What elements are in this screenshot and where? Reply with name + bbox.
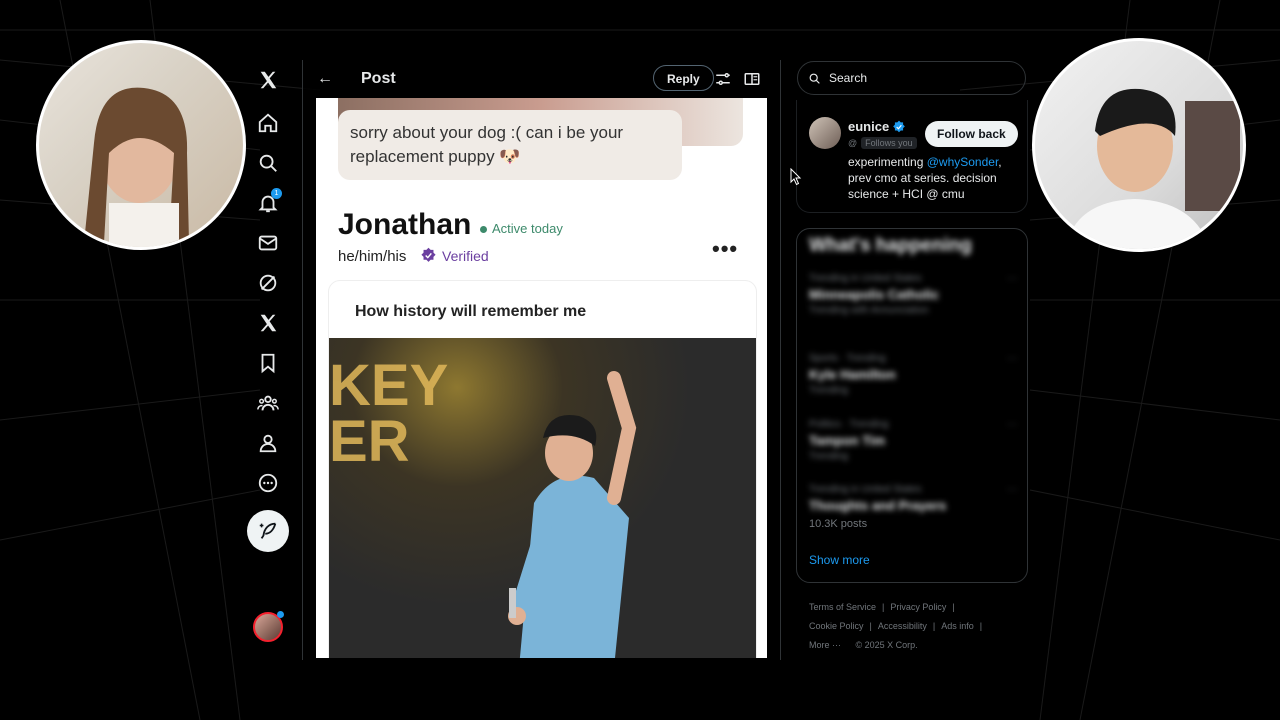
bio-text-before: experimenting: [848, 155, 927, 169]
footer-sep: |: [932, 621, 936, 631]
follows-you-badge: Follows you: [861, 137, 917, 149]
person-right-image: [1065, 88, 1240, 249]
trend-item[interactable]: Politics · Trending Tampon Tim Trending …: [809, 419, 1017, 462]
trend-topic: Minneapolis Catholic: [809, 287, 940, 302]
trend-item[interactable]: Sports · Trending Kyle Hamilton Trending…: [809, 353, 1017, 396]
home-icon[interactable]: [247, 103, 289, 143]
active-status-text: Active today: [492, 221, 563, 236]
active-dot-icon: [480, 226, 487, 234]
verified-label: Verified: [442, 247, 489, 264]
footer-sep: |: [869, 621, 872, 631]
account-avatar[interactable]: [253, 611, 284, 642]
trend-meta: Trending in United States: [809, 484, 922, 495]
trend-topic: Thoughts and Prayers: [809, 498, 947, 513]
blue-check-icon: [893, 120, 906, 132]
footer-sep: [847, 640, 850, 650]
trend-more-icon[interactable]: ···: [1007, 353, 1017, 364]
search-bar[interactable]: [797, 61, 1026, 95]
trend-item[interactable]: Trending in United States Minneapolis Ca…: [809, 273, 1017, 316]
footer-sep: |: [979, 621, 983, 631]
left-nav: 1: [247, 60, 289, 660]
profile-more-icon: •••: [712, 236, 739, 261]
reader-icon[interactable]: [743, 70, 761, 88]
trend-more-icon[interactable]: ···: [1007, 273, 1017, 284]
post-image[interactable]: sorry about your dog :( can i be your re…: [316, 98, 767, 658]
trend-meta: Sports · Trending: [809, 353, 886, 364]
footer-sep: |: [882, 602, 885, 612]
post-header: ← Post Reply: [303, 60, 780, 98]
footer-link[interactable]: Ads info: [941, 621, 974, 631]
footer-link[interactable]: Accessibility: [878, 621, 927, 631]
trend-more-icon[interactable]: ···: [1007, 484, 1017, 495]
footer-sep: |: [952, 602, 955, 612]
suggestion-handle: @ Follows you: [848, 137, 917, 149]
premium-x-icon[interactable]: [247, 303, 289, 343]
chat-bubble: sorry about your dog :( can i be your re…: [338, 110, 682, 180]
trend-more-icon[interactable]: ···: [1007, 419, 1017, 430]
follow-back-button[interactable]: Follow back: [925, 121, 1018, 147]
suggestion-name-row[interactable]: eunice: [848, 119, 906, 134]
search-icon[interactable]: [247, 143, 289, 183]
suggestion-avatar[interactable]: [809, 117, 841, 149]
trend-meta: Politics · Trending: [809, 419, 889, 430]
footer-link[interactable]: Cookie Policy: [809, 621, 864, 631]
footer-link[interactable]: Privacy Policy: [890, 602, 946, 612]
search-input[interactable]: [827, 70, 1011, 86]
compose-post-button[interactable]: [247, 510, 289, 552]
account-status-dot: [277, 611, 284, 618]
photo-person: [508, 371, 637, 658]
webcam-right: [1032, 38, 1246, 252]
profile-icon[interactable]: [247, 423, 289, 463]
grok-icon[interactable]: [247, 263, 289, 303]
sidebar-divider: [780, 60, 781, 660]
trend-count: Trending: [809, 385, 849, 396]
webcam-left: [36, 40, 246, 250]
prompt-card: How history will remember me KEY ER: [328, 280, 757, 658]
trend-posts-count: 10.3K posts: [809, 518, 868, 530]
nav-divider: [302, 60, 303, 660]
verified-icon: [421, 247, 436, 262]
trends-panel: What's happening Trending in United Stat…: [796, 228, 1028, 583]
active-status: Active today: [480, 221, 563, 236]
prompt-photo: KEY ER: [329, 338, 756, 658]
bookmarks-icon[interactable]: [247, 343, 289, 383]
profile-name: Jonathan: [338, 208, 472, 241]
communities-icon[interactable]: [247, 383, 289, 423]
trend-item[interactable]: Trending in United States Thoughts and P…: [809, 484, 1017, 513]
page-title: Post: [361, 70, 396, 87]
x-logo-icon[interactable]: [247, 60, 289, 100]
footer-link[interactable]: Terms of Service: [809, 602, 876, 612]
footer-more-link[interactable]: More ···: [809, 640, 841, 650]
mouse-cursor-icon: [790, 168, 802, 186]
messages-icon[interactable]: [247, 223, 289, 263]
adjust-icon[interactable]: [714, 70, 732, 88]
follow-suggestion-card: eunice @ Follows you Follow back experim…: [796, 100, 1028, 213]
show-more-link[interactable]: Show more: [809, 553, 870, 567]
reply-button[interactable]: Reply: [653, 65, 714, 91]
search-bar-icon: [809, 73, 820, 84]
prompt-title: How history will remember me: [355, 303, 587, 320]
footer-links: Terms of Service | Privacy Policy | Cookie …: [809, 598, 1039, 655]
trend-meta: Trending in United States: [809, 273, 922, 284]
verified-badge: Verified: [420, 247, 489, 264]
more-icon[interactable]: [247, 463, 289, 503]
trend-topic: Tampon Tim: [809, 433, 886, 448]
feather-icon: [259, 522, 277, 539]
trend-topic: Kyle Hamilton: [809, 367, 896, 382]
suggestion-name: eunice: [848, 119, 890, 134]
trend-count: Trending: [809, 451, 849, 462]
bio-mention-link[interactable]: @whySonder: [927, 155, 999, 169]
pronouns: he/him/his: [338, 248, 407, 265]
notification-badge: 1: [271, 188, 282, 199]
trend-count: Trending with Annunciation: [809, 305, 929, 316]
trends-title: What's happening: [809, 235, 972, 256]
suggestion-bio: experimenting @whySonder, prev cmo at se…: [848, 154, 1018, 202]
handle-prefix: @: [848, 138, 858, 148]
notifications-icon[interactable]: 1: [247, 183, 289, 223]
back-arrow-icon[interactable]: ←: [305, 70, 345, 88]
person-left-image: [84, 87, 189, 247]
copyright: © 2025 X Corp.: [855, 640, 918, 650]
